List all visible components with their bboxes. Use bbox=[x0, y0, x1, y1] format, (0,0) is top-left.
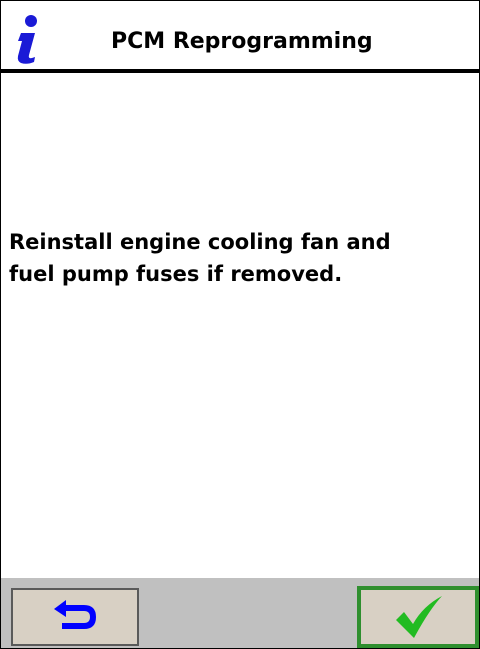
header-bar: PCM Reprogramming bbox=[1, 1, 479, 73]
checkmark-icon bbox=[396, 596, 442, 638]
instruction-line-2: fuel pump fuses if removed. bbox=[9, 262, 343, 286]
info-icon bbox=[7, 13, 47, 65]
back-button[interactable] bbox=[11, 588, 139, 646]
instruction-text: Reinstall engine cooling fan and fuel pu… bbox=[9, 226, 469, 290]
message-area: Reinstall engine cooling fan and fuel pu… bbox=[9, 226, 469, 290]
page-title: PCM Reprogramming bbox=[111, 29, 373, 54]
instruction-line-1: Reinstall engine cooling fan and bbox=[9, 230, 391, 254]
screen: PCM Reprogramming Reinstall engine cooli… bbox=[0, 0, 480, 649]
return-arrow-icon bbox=[54, 600, 96, 629]
bottom-toolbar bbox=[1, 578, 479, 648]
ok-button[interactable] bbox=[357, 586, 479, 648]
